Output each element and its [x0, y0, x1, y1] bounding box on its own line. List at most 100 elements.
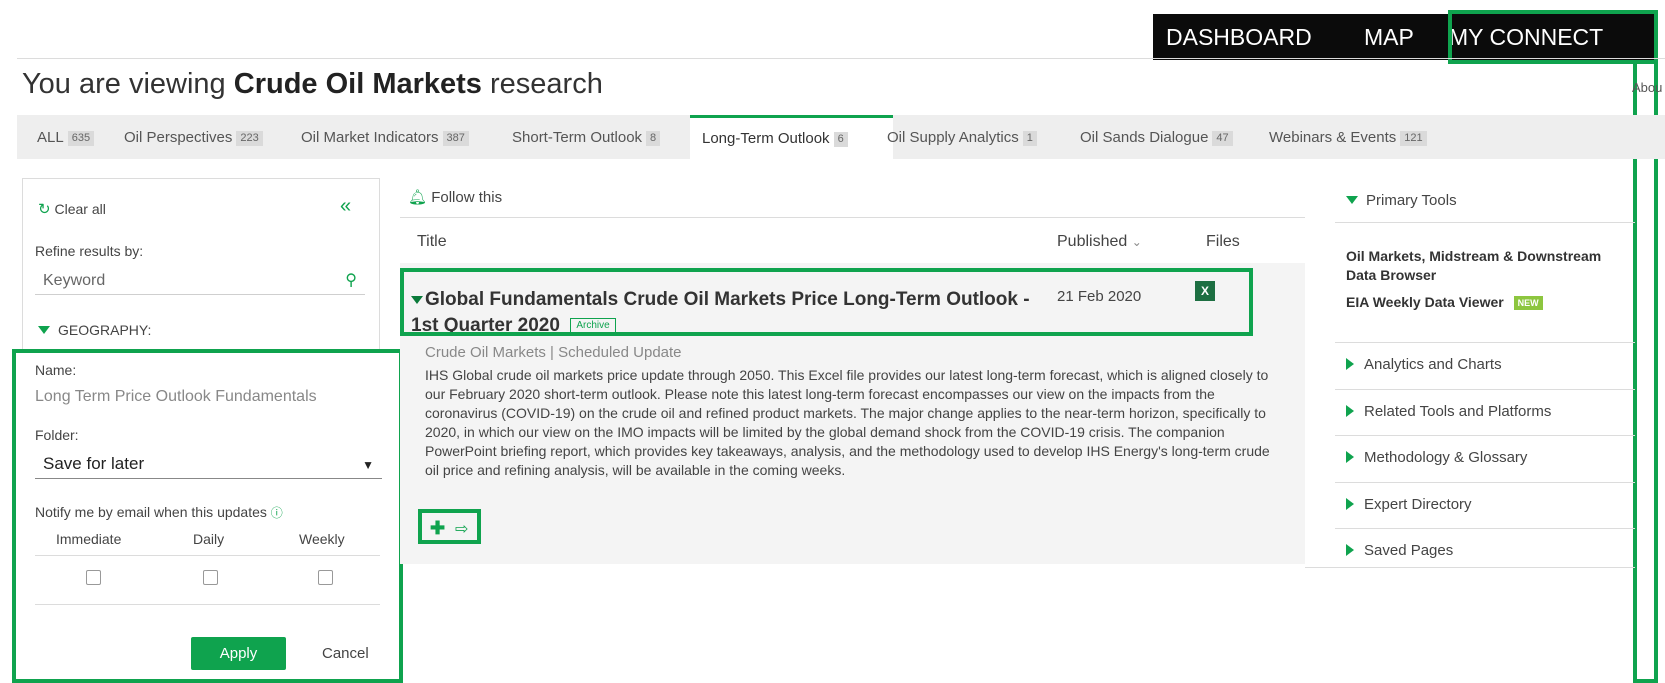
tab-count: 1	[1022, 131, 1037, 146]
title-prefix: You are viewing	[22, 68, 234, 100]
section-saved-pages[interactable]: Saved Pages	[1346, 542, 1453, 559]
share-icon[interactable]: ⇨	[455, 519, 468, 539]
sections-divider-4	[1335, 528, 1635, 529]
result-title-block[interactable]: Global Fundamentals Crude Oil Markets Pr…	[411, 287, 1031, 339]
title-suffix: research	[481, 68, 603, 100]
follow-label: Follow this	[431, 189, 503, 206]
clear-all-label: Clear all	[54, 201, 106, 217]
sections-divider-2	[1335, 435, 1635, 436]
sort-chevron-icon: ⌄	[1131, 235, 1142, 249]
name-label: Name:	[35, 362, 77, 378]
tab-oil-supply-analytics[interactable]: Oil Supply Analytics 1	[887, 115, 1037, 159]
tab-count: 223	[236, 131, 263, 146]
sections-divider-3	[1335, 482, 1635, 483]
published-label: Published	[1057, 233, 1128, 250]
nav-dashboard[interactable]: DASHBOARD	[1166, 14, 1312, 60]
tab-count: 6	[833, 132, 848, 147]
title-subject: Crude Oil Markets	[233, 68, 482, 100]
collapse-icon[interactable]: «	[340, 195, 351, 218]
content-bottom-divider	[1305, 567, 1635, 568]
options-divider	[35, 555, 380, 556]
tab-label: ALL	[37, 129, 64, 146]
apply-button[interactable]: Apply	[191, 637, 286, 670]
result-date: 21 Feb 2020	[1057, 288, 1142, 305]
chevron-right-icon	[1346, 451, 1354, 463]
header-divider	[17, 58, 1665, 59]
section-methodology[interactable]: Methodology & Glossary	[1346, 449, 1527, 466]
tab-all[interactable]: ALL 635	[37, 115, 95, 159]
new-badge: NEW	[1513, 296, 1543, 310]
section-label: Expert Directory	[1364, 496, 1472, 513]
tool-eia-viewer[interactable]: EIA Weekly Data Viewer NEW	[1346, 294, 1543, 310]
result-meta: Crude Oil Markets | Scheduled Update	[425, 344, 682, 361]
geography-filter[interactable]: GEOGRAPHY:	[38, 322, 151, 338]
follow-link[interactable]: 🔔︎ Follow this	[408, 188, 502, 206]
nav-map[interactable]: MAP	[1364, 14, 1414, 60]
bell-icon: 🔔︎	[408, 189, 428, 206]
tab-count: 8	[646, 131, 661, 146]
name-field[interactable]: Long Term Price Outlook Fundamentals	[35, 388, 317, 406]
tab-webinars-events[interactable]: Webinars & Events 121	[1269, 115, 1427, 159]
info-icon: ⓘ	[270, 506, 283, 520]
chevron-down-icon	[38, 326, 50, 334]
tab-label: Oil Supply Analytics	[887, 129, 1019, 146]
tool-data-browser[interactable]: Oil Markets, Midstream & Downstream Data…	[1346, 247, 1631, 285]
chevron-down-icon	[1346, 196, 1358, 204]
nav-my-connect[interactable]: MY CONNECT	[1449, 14, 1603, 60]
follow-divider	[400, 217, 1305, 218]
tab-label: Oil Perspectives	[124, 129, 233, 146]
chevron-right-icon	[1346, 544, 1354, 556]
folder-select[interactable]: Save for later ▼	[35, 451, 382, 479]
chevron-right-icon	[1346, 498, 1354, 510]
section-related-tools[interactable]: Related Tools and Platforms	[1346, 403, 1551, 420]
keyword-placeholder: Keyword	[43, 272, 106, 289]
chevron-right-icon	[1346, 405, 1354, 417]
tab-long-term-outlook[interactable]: Long-Term Outlook 6	[690, 115, 893, 160]
tab-oil-sands-dialogue[interactable]: Oil Sands Dialogue 47	[1080, 115, 1233, 159]
top-navigation: DASHBOARD MAP MY CONNECT	[1153, 14, 1654, 60]
column-title[interactable]: Title	[417, 233, 447, 251]
checkbox-daily[interactable]	[203, 570, 218, 585]
expand-icon[interactable]	[411, 296, 423, 304]
excel-file-icon[interactable]: X	[1195, 281, 1215, 301]
options-divider-bottom	[35, 604, 380, 605]
column-files: Files	[1206, 233, 1240, 250]
geography-label: GEOGRAPHY:	[58, 322, 152, 338]
checkbox-weekly[interactable]	[318, 570, 333, 585]
folder-label: Folder:	[35, 427, 79, 443]
about-link[interactable]: Abou	[1632, 80, 1662, 95]
tab-short-term-outlook[interactable]: Short-Term Outlook 8	[512, 115, 661, 159]
notify-label: Notify me by email when this updates ⓘ	[35, 504, 283, 521]
primary-tools-header[interactable]: Primary Tools	[1346, 192, 1457, 209]
search-icon[interactable]: ⚲	[345, 270, 357, 290]
tab-label: Oil Sands Dialogue	[1080, 129, 1209, 146]
tab-label: Oil Market Indicators	[301, 129, 439, 146]
tools-divider	[1335, 222, 1635, 223]
cancel-button[interactable]: Cancel	[322, 645, 369, 662]
page-title: You are viewing Crude Oil Markets resear…	[22, 68, 603, 101]
column-published[interactable]: Published ⌄	[1057, 233, 1142, 251]
section-label: Related Tools and Platforms	[1364, 403, 1552, 420]
section-analytics-charts[interactable]: Analytics and Charts	[1346, 356, 1502, 373]
checkbox-immediate[interactable]	[86, 570, 101, 585]
archive-badge: Archive	[570, 318, 616, 333]
section-expert-directory[interactable]: Expert Directory	[1346, 496, 1472, 513]
tab-label: Short-Term Outlook	[512, 129, 643, 146]
tab-oil-perspectives[interactable]: Oil Perspectives 223	[124, 115, 263, 159]
refine-label: Refine results by:	[35, 243, 144, 259]
result-title[interactable]: Global Fundamentals Crude Oil Markets Pr…	[411, 289, 1030, 336]
option-immediate: Immediate	[56, 531, 122, 547]
tab-oil-market-indicators[interactable]: Oil Market Indicators 387	[301, 115, 469, 159]
refresh-icon: ↻	[38, 201, 51, 218]
tab-bar: ALL 635 Oil Perspectives 223 Oil Market In…	[17, 115, 1665, 160]
clear-all-link[interactable]: ↻ Clear all	[38, 200, 106, 218]
add-icon[interactable]: ✚	[430, 518, 445, 539]
result-description: IHS Global crude oil markets price updat…	[425, 367, 1270, 478]
primary-tools-label: Primary Tools	[1366, 192, 1457, 209]
keyword-input[interactable]: Keyword ⚲	[35, 266, 365, 295]
option-daily: Daily	[193, 531, 225, 547]
section-label: Analytics and Charts	[1364, 356, 1502, 373]
notify-text: Notify me by email when this updates	[35, 504, 267, 520]
tab-count: 121	[1400, 131, 1427, 146]
folder-value: Save for later	[43, 454, 145, 473]
